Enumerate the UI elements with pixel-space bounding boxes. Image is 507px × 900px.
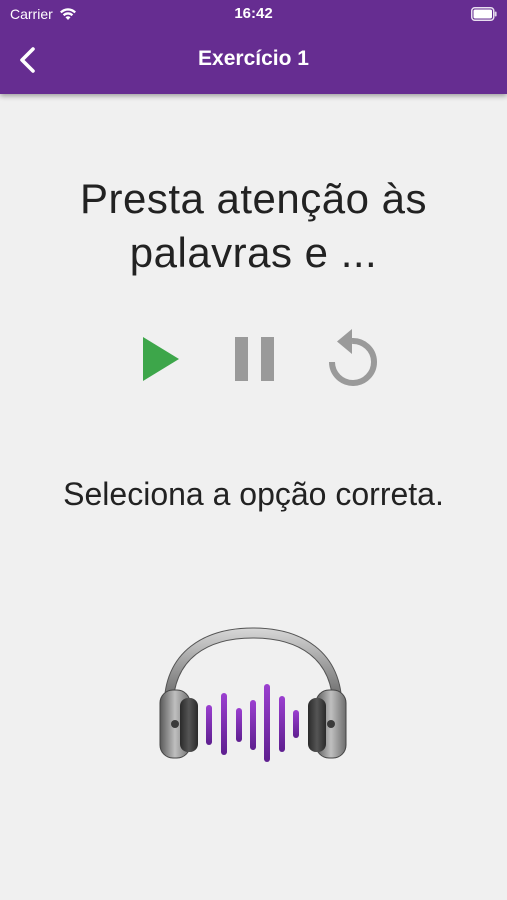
headphones-audio-icon: [159, 627, 347, 762]
back-button[interactable]: [8, 40, 48, 80]
chevron-left-icon: [20, 47, 35, 73]
app-header: Carrier 16:42 Exercício 1: [0, 0, 507, 94]
navigation-bar: Exercício 1: [0, 28, 507, 92]
exercise-prompt: Presta atenção às palavras e ...: [79, 175, 428, 276]
status-time: 16:42: [234, 5, 273, 22]
audio-controls: [0, 325, 507, 395]
page-title: Exercício 1: [198, 47, 309, 70]
instruction-text: Seleciona a opção correta.: [63, 476, 444, 512]
status-bar: Carrier 16:42: [0, 0, 507, 28]
pause-icon[interactable]: [232, 335, 278, 383]
replay-icon[interactable]: [318, 327, 384, 393]
play-icon[interactable]: [138, 334, 182, 384]
battery-icon: [471, 7, 497, 21]
